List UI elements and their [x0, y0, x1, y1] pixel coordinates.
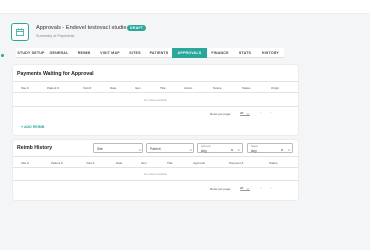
column-header[interactable]: Site #	[21, 161, 29, 165]
tab-study-setup[interactable]: STUDY SETUP	[16, 48, 46, 58]
divider	[13, 92, 298, 93]
divider	[13, 156, 298, 157]
column-header[interactable]: Date	[110, 86, 116, 90]
patient-filter-placeholder: Patient	[150, 147, 161, 151]
column-header[interactable]: Date	[116, 161, 122, 165]
tab-finance[interactable]: FINANCE	[207, 48, 233, 58]
chevron-down-icon[interactable]	[246, 187, 250, 191]
tab-patients[interactable]: PATIENTS	[146, 48, 172, 58]
column-header[interactable]: Action	[184, 86, 192, 90]
chevron-down-icon	[138, 148, 142, 151]
table-header: Site # Patient # Visit # Date Item Title…	[13, 84, 298, 92]
column-header[interactable]: Origin	[271, 86, 279, 90]
page-title: Approvals - Endevel testovací studie	[36, 25, 127, 31]
panel-title: Reimb History	[17, 145, 53, 151]
column-header[interactable]: Payment #	[229, 161, 243, 165]
site-filter[interactable]: Site	[93, 143, 143, 153]
tab-approvals[interactable]: APPROVALS	[172, 48, 207, 58]
page-header: Approvals - Endevel testovací studie DRA…	[9, 19, 299, 43]
column-header[interactable]: Item	[141, 161, 147, 165]
column-header[interactable]: Site #	[21, 86, 29, 90]
column-header[interactable]: Status	[269, 161, 278, 165]
divider	[13, 106, 298, 107]
column-header[interactable]: Status	[242, 86, 251, 90]
approval-filter[interactable]: Approval Any	[197, 143, 243, 153]
column-header[interactable]: Visit #	[83, 86, 91, 90]
column-header[interactable]: Approval	[193, 161, 205, 165]
status-filter[interactable]: Status Any	[247, 143, 293, 153]
add-reimb-button[interactable]: + ADD REIMB	[21, 125, 44, 129]
rows-per-page-label: Rows per page:	[210, 187, 232, 191]
chevron-down-icon	[287, 148, 291, 151]
chevron-down-icon	[237, 148, 241, 151]
next-page-icon[interactable]: ›	[270, 185, 271, 190]
column-header[interactable]: Notice	[213, 86, 222, 90]
approval-filter-value: Any	[201, 148, 207, 153]
clear-icon[interactable]	[280, 148, 284, 152]
patient-filter[interactable]: Patient	[146, 143, 194, 153]
divider	[13, 81, 298, 82]
column-header[interactable]: Title	[167, 161, 173, 165]
column-header[interactable]: Title	[160, 86, 166, 90]
study-icon	[11, 23, 29, 41]
tab-stats[interactable]: STATS	[233, 48, 257, 58]
empty-message: No data available	[143, 172, 168, 176]
page-subtitle: Summary of Payments	[36, 34, 75, 38]
approval-filter-label: Approval	[201, 144, 211, 148]
clear-icon[interactable]	[230, 148, 234, 152]
column-header[interactable]: Item	[135, 86, 141, 90]
tab-general[interactable]: GENERAL	[46, 48, 72, 58]
chevron-down-icon[interactable]	[246, 112, 250, 116]
divider	[13, 180, 298, 181]
rail-indicator-icon[interactable]	[1, 54, 4, 57]
table-header: Site # Patient # Visit # Date Item Title…	[13, 159, 298, 167]
column-header[interactable]: Patient #	[51, 161, 63, 165]
top-bar	[0, 0, 370, 14]
empty-message: No data available	[143, 98, 168, 102]
tab-sites[interactable]: SITES	[124, 48, 146, 58]
prev-page-icon[interactable]: ‹	[260, 110, 261, 115]
payments-waiting-panel: Payments Waiting for Approval Site # Pat…	[13, 65, 298, 135]
tab-bar: STUDY SETUP GENERAL REIMB VISIT MAP SITE…	[16, 48, 298, 58]
status-badge: DRAFT	[127, 25, 147, 31]
status-filter-value: Any	[251, 148, 257, 153]
divider	[13, 167, 298, 168]
left-rail	[0, 14, 5, 250]
rows-per-page-label: Rows per page:	[210, 112, 232, 116]
tab-reimb[interactable]: REIMB	[72, 48, 96, 58]
status-filter-label: Status	[251, 144, 258, 148]
column-header[interactable]: Visit #	[86, 161, 94, 165]
next-page-icon[interactable]: ›	[270, 110, 271, 115]
tab-visit-map[interactable]: VISIT MAP	[96, 48, 124, 58]
chevron-down-icon	[189, 148, 193, 151]
tab-history[interactable]: HISTORY	[257, 48, 284, 58]
panel-title: Payments Waiting for Approval	[17, 71, 94, 77]
prev-page-icon[interactable]: ‹	[260, 185, 261, 190]
site-filter-placeholder: Site	[97, 147, 103, 151]
column-header[interactable]: Patient #	[47, 86, 59, 90]
reimb-history-panel: Reimb History Site Patient Approval Any …	[13, 140, 298, 200]
